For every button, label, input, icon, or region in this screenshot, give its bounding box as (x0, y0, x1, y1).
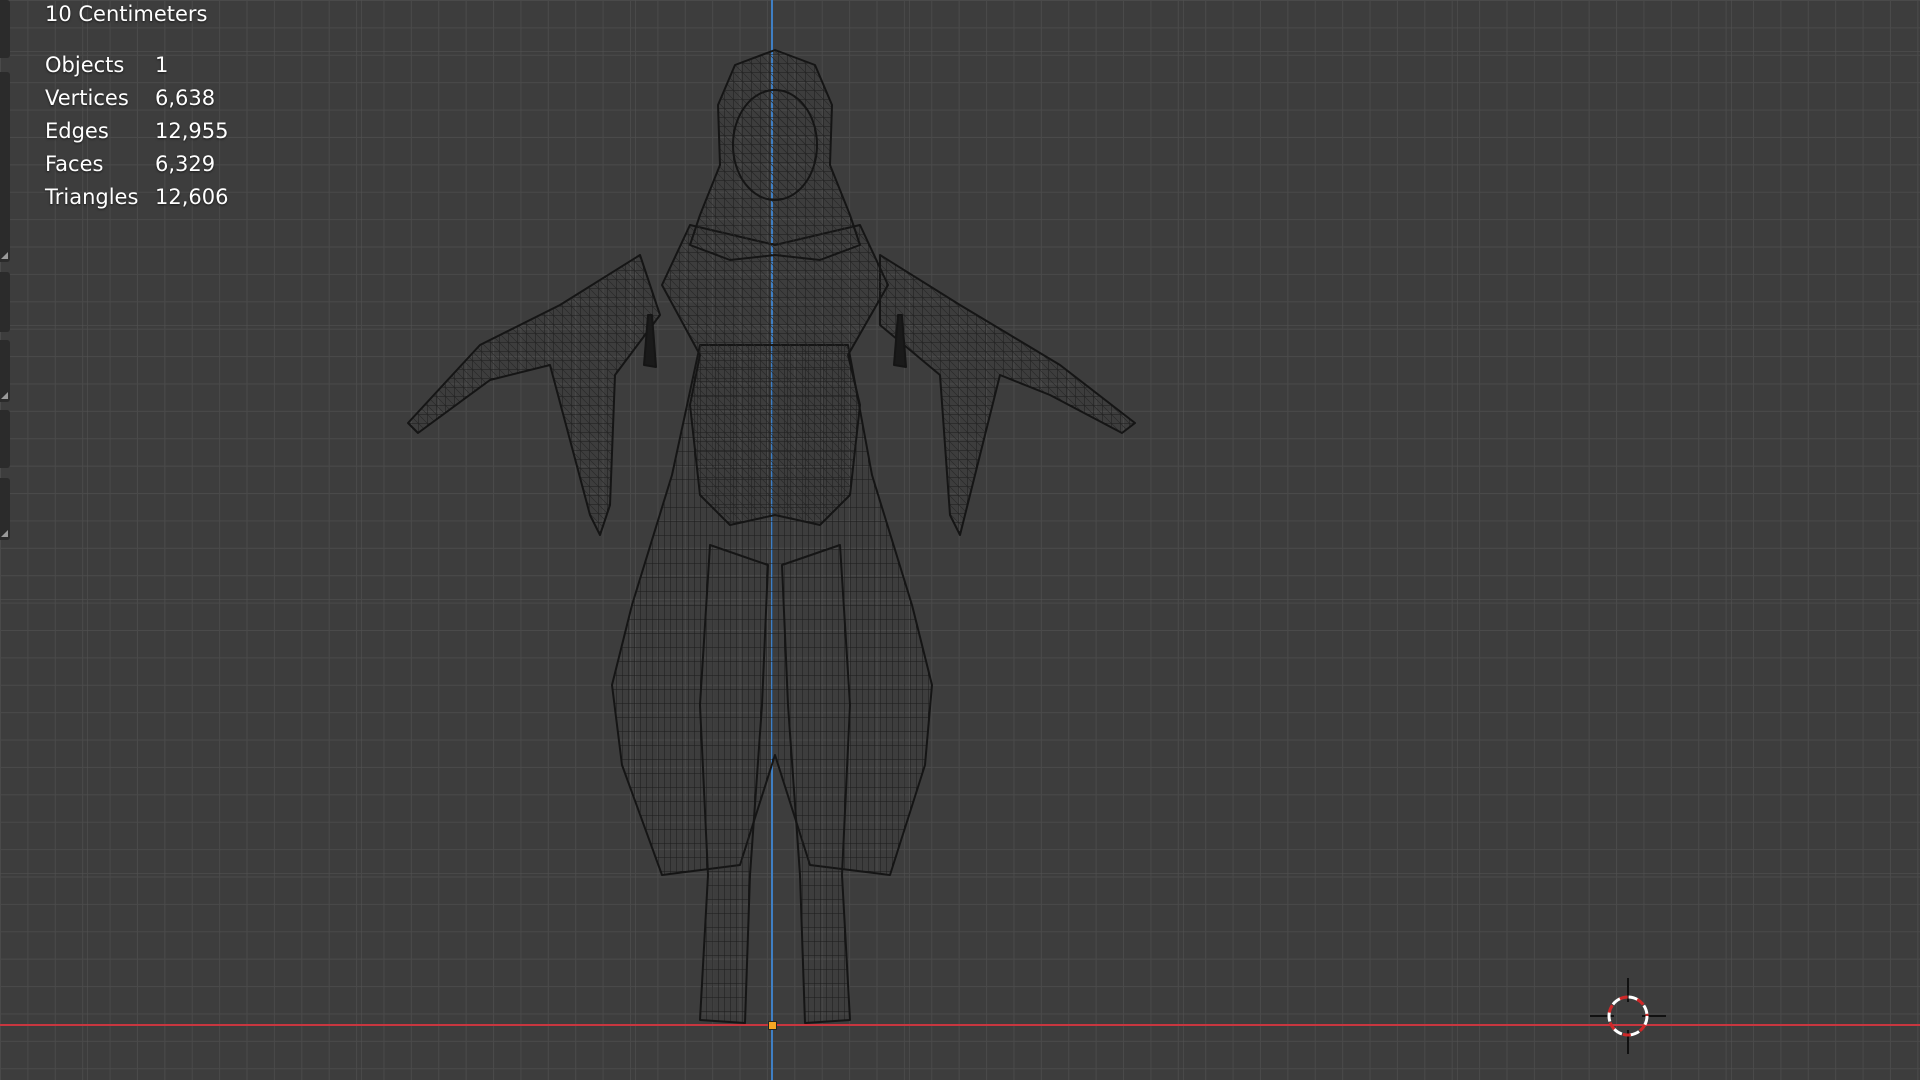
stat-label: Triangles (45, 185, 139, 209)
stat-value: 12,606 (155, 185, 229, 209)
expand-corner-icon[interactable] (1, 392, 8, 399)
object-origin-icon[interactable] (768, 1021, 777, 1030)
stat-value: 1 (155, 53, 169, 77)
stat-value: 12,955 (155, 119, 229, 143)
stat-row: Edges 12,955 (45, 118, 228, 151)
toolbar-segment[interactable] (0, 272, 10, 332)
stat-row: Objects 1 (45, 52, 228, 85)
scene-statistics: Objects 1 Vertices 6,638 Edges 12,955 Fa… (45, 52, 228, 217)
grid-scale-label: 10 Centimeters (45, 2, 208, 26)
expand-corner-icon[interactable] (1, 252, 8, 259)
stat-label: Objects (45, 53, 125, 77)
toolbar-segment[interactable] (0, 410, 10, 468)
3d-viewport[interactable]: 10 Centimeters Objects 1 Vertices 6,638 … (0, 0, 1920, 1080)
stat-label: Edges (45, 119, 109, 143)
toolbar-edge[interactable] (0, 0, 10, 560)
stat-row: Triangles 12,606 (45, 184, 228, 217)
wireframe-character-mesh[interactable] (400, 45, 1150, 1030)
3d-cursor-icon[interactable] (1588, 976, 1668, 1056)
stat-value: 6,638 (155, 86, 216, 110)
stat-label: Vertices (45, 86, 129, 110)
toolbar-segment[interactable] (0, 0, 10, 58)
stat-row: Vertices 6,638 (45, 85, 228, 118)
stat-row: Faces 6,329 (45, 151, 228, 184)
stat-value: 6,329 (155, 152, 216, 176)
stat-label: Faces (45, 152, 104, 176)
toolbar-segment[interactable] (0, 72, 10, 262)
expand-corner-icon[interactable] (1, 530, 8, 537)
